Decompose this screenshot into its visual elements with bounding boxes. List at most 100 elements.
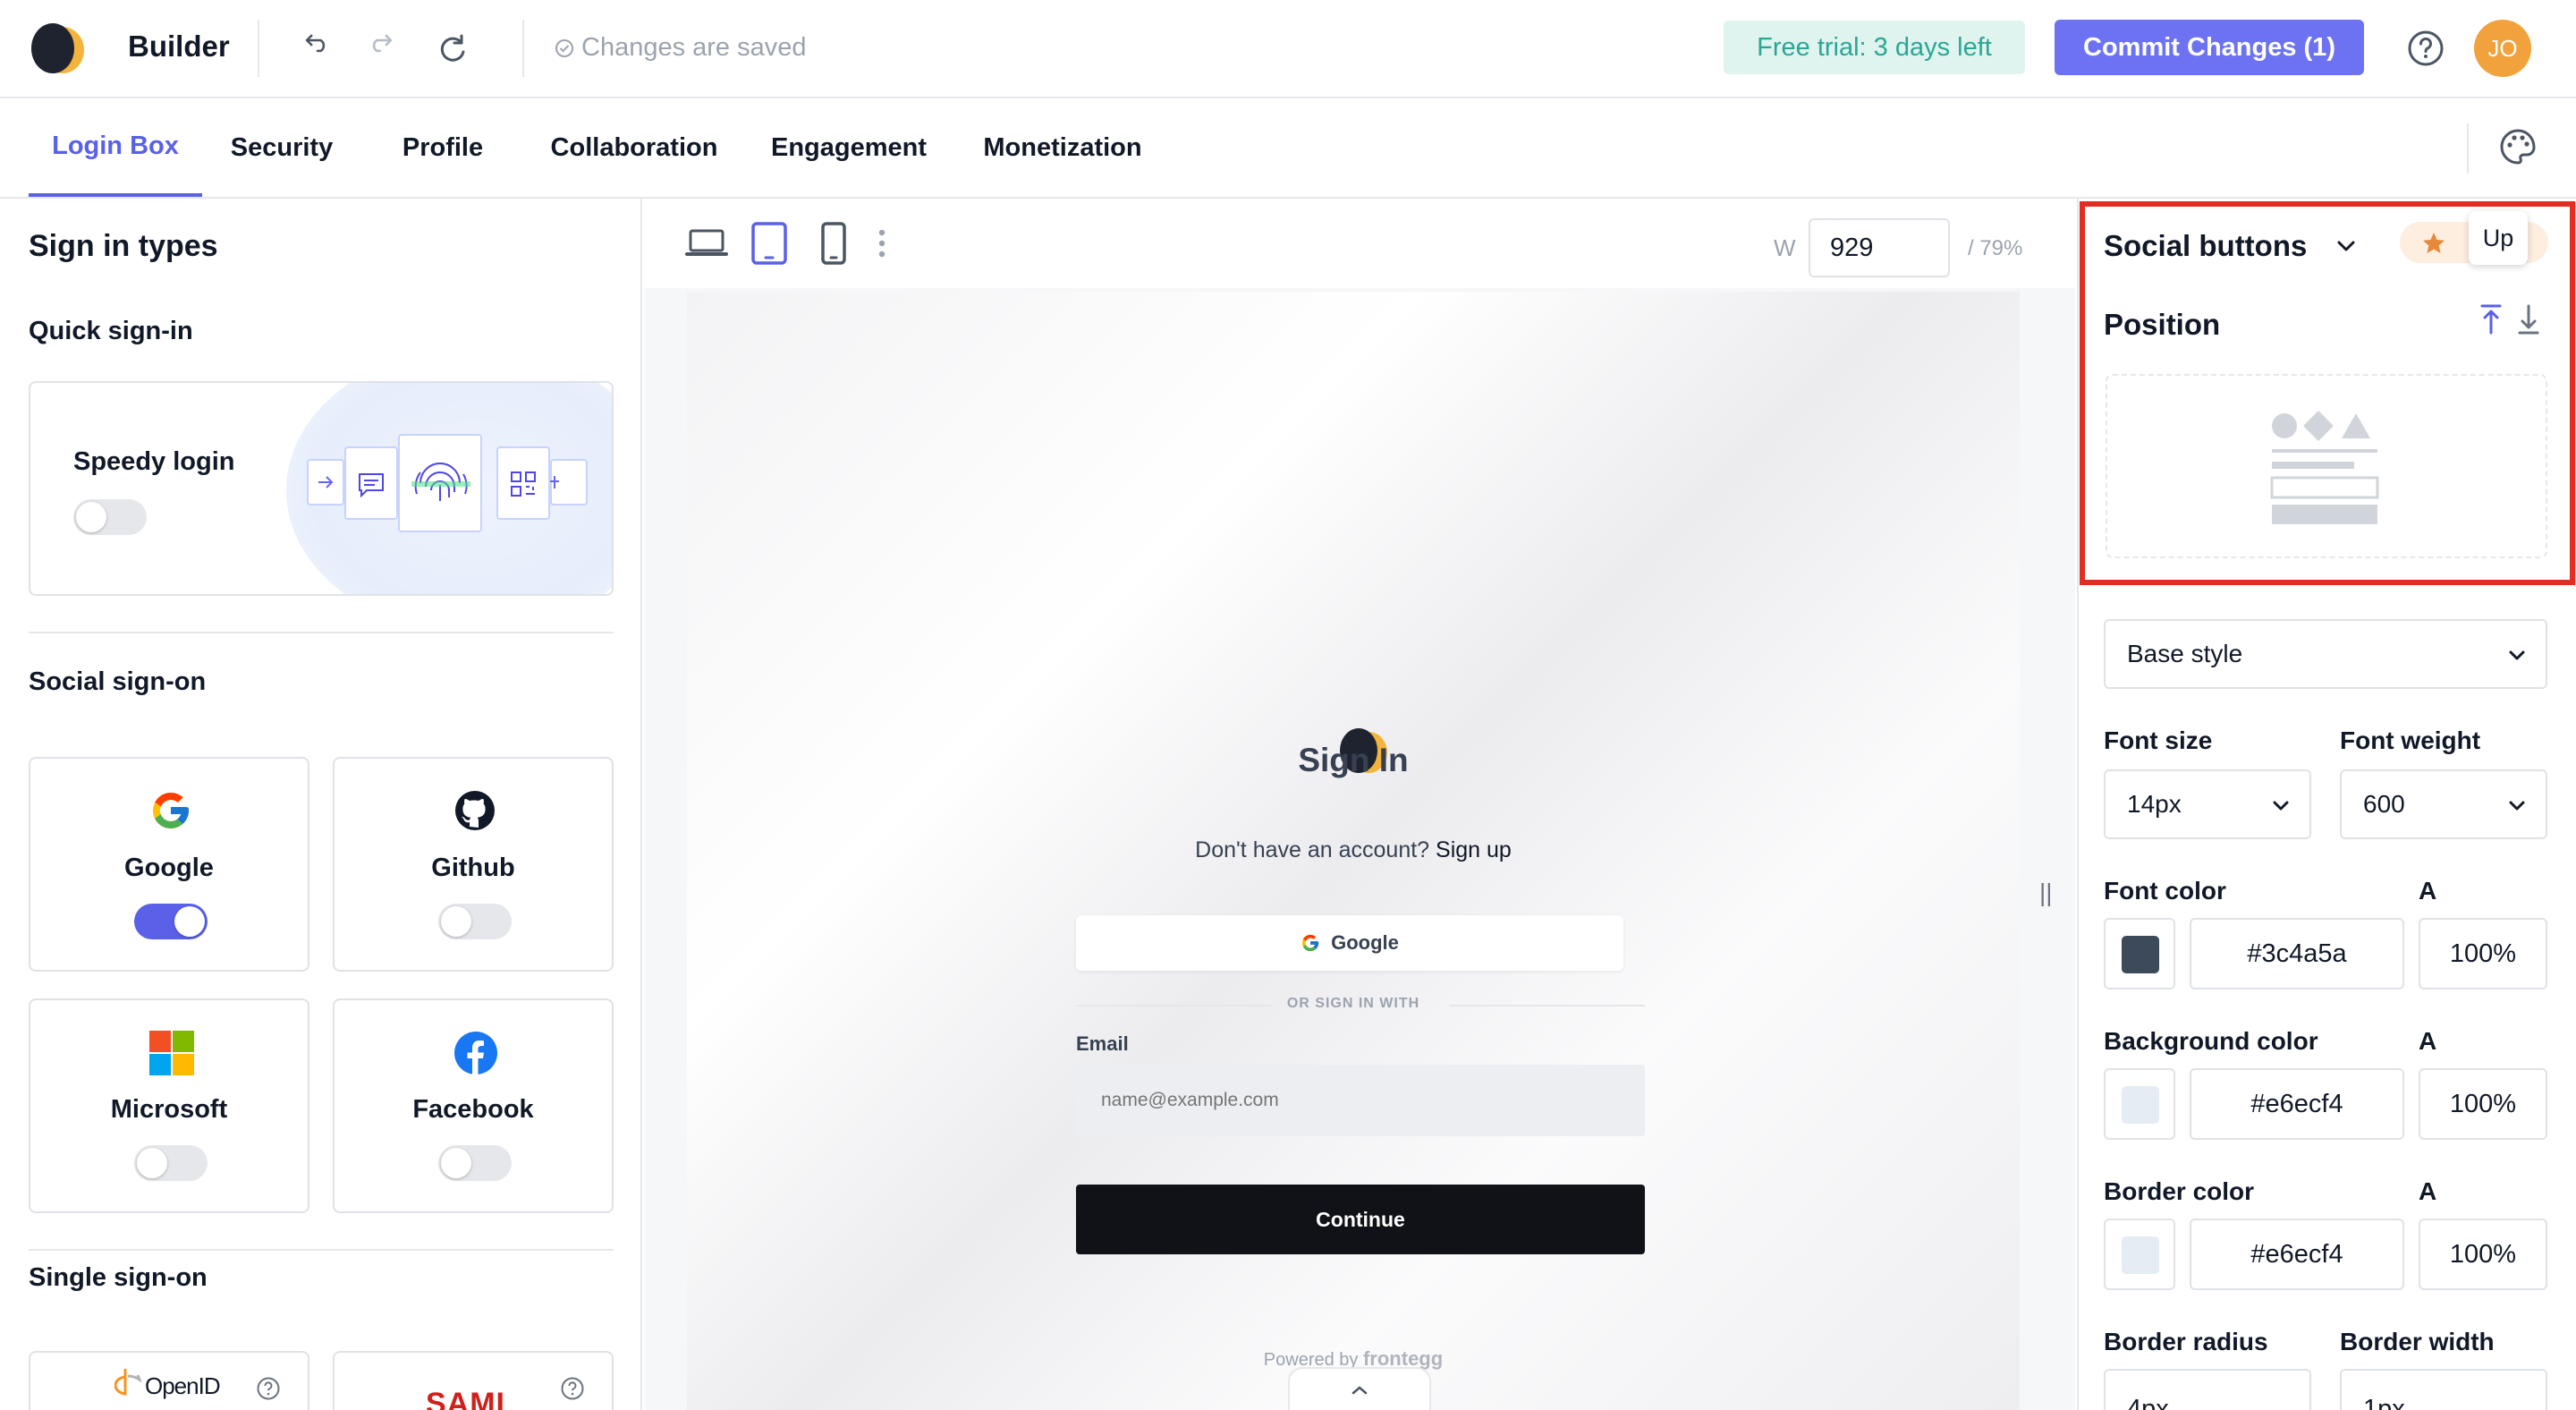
more-vertical-icon[interactable] [871,220,893,267]
color-chip [2122,936,2159,973]
background-color-label: Background color [2104,1027,2318,1055]
microsoft-toggle[interactable] [134,1145,208,1181]
highlight-frame [2080,201,2575,585]
signup-prompt: Don't have an account? Sign up [687,837,2020,863]
border-color-alpha-input[interactable]: 100% [2419,1219,2547,1290]
or-divider-text: OR SIGN IN WITH [1286,996,1420,1011]
chevron-down-icon [2273,801,2289,811]
alpha-label: A [2419,877,2437,905]
sso-card-saml[interactable]: SAML [333,1351,614,1410]
chevron-down-icon [2509,801,2525,811]
tab-profile[interactable]: Profile [376,98,510,197]
mobile-icon[interactable] [810,220,857,267]
quick-signin-heading: Quick sign-in [29,317,193,345]
check-circle-icon [555,38,573,57]
google-signin-button[interactable]: Google [1076,915,1623,971]
speedy-login-toggle[interactable] [73,499,147,535]
email-field[interactable] [1076,1065,1645,1136]
app-logo-icon[interactable] [27,20,88,77]
tablet-icon[interactable] [746,220,792,267]
continue-button[interactable]: Continue [1076,1185,1645,1254]
border-color-swatch[interactable] [2104,1219,2175,1290]
save-status: Changes are saved [555,33,807,63]
border-radius-label: Border radius [2104,1328,2268,1355]
github-toggle[interactable] [438,904,512,939]
login-preview: Sign In Don't have an account? Sign up G… [687,292,2020,1410]
provider-card-microsoft[interactable]: Microsoft [29,998,309,1213]
provider-card-facebook[interactable]: Facebook [333,998,614,1213]
background-color-alpha-input[interactable]: 100% [2419,1068,2547,1140]
provider-label: Microsoft [110,1095,228,1124]
divider [2467,123,2469,174]
redo-icon[interactable] [363,30,399,66]
openid-label: OpenID [145,1372,221,1399]
border-color-hex-input[interactable]: #e6ecf4 [2190,1219,2404,1290]
font-size-label: Font size [2104,726,2213,754]
email-label: Email [1076,1032,1129,1055]
google-icon [153,793,189,828]
save-status-text: Changes are saved [581,33,807,62]
color-chip [2122,1236,2159,1274]
style-variant-value: Base style [2127,640,2243,667]
tab-collaboration[interactable]: Collaboration [540,98,728,197]
speedy-login-label: Speedy login [73,447,235,476]
font-weight-value: 600 [2363,790,2405,818]
google-toggle[interactable] [134,904,208,939]
palette-icon[interactable] [2498,127,2538,166]
border-radius-value: 4px [2127,1395,2169,1410]
font-color-hex-input[interactable]: #3c4a5a [2190,918,2404,990]
expand-panel-button[interactable] [1288,1367,1431,1410]
undo-icon[interactable] [299,30,335,66]
speedy-login-card[interactable]: Speedy login [29,381,614,596]
facebook-toggle[interactable] [438,1145,512,1181]
signup-link[interactable]: Sign up [1436,837,1512,862]
divider [29,1249,614,1251]
font-color-alpha-input[interactable]: 100% [2419,918,2547,990]
refresh-icon[interactable] [435,30,470,66]
border-width-value: 1px [2363,1395,2405,1410]
chevron-up-icon [1352,1386,1368,1395]
commit-changes-button[interactable]: Commit Changes (1) [2055,20,2364,75]
saml-label: SAML [426,1387,516,1410]
tab-login-box[interactable]: Login Box [29,98,202,197]
border-radius-input[interactable]: 4px [2104,1369,2311,1410]
sso-card-openid[interactable]: OpenID [29,1351,309,1410]
alpha-label: A [2419,1027,2437,1055]
background-color-hex-input[interactable]: #e6ecf4 [2190,1068,2404,1140]
trial-badge[interactable]: Free trial: 3 days left [1724,21,2025,74]
tab-security[interactable]: Security [215,98,349,197]
provider-label: Facebook [412,1095,534,1124]
fingerprint-illustration-icon [307,434,588,532]
chevron-down-icon [2509,650,2525,660]
provider-card-google[interactable]: Google [29,757,309,972]
divider [522,20,524,77]
panel-title: Sign in types [29,229,218,263]
font-color-swatch[interactable] [2104,918,2175,990]
font-size-select[interactable]: 14px [2104,769,2311,839]
desktop-icon[interactable] [683,220,730,267]
background-color-swatch[interactable] [2104,1068,2175,1140]
provider-card-github[interactable]: Github [333,757,614,972]
google-icon [1301,934,1319,952]
help-icon[interactable] [2406,29,2445,68]
width-input[interactable] [1809,218,1950,277]
font-color-label: Font color [2104,877,2226,905]
width-label: W [1774,234,1796,261]
sign-in-types-panel: Sign in types Quick sign-in Speedy login [0,199,642,1410]
avatar[interactable]: JO [2474,20,2531,77]
openid-icon [114,1369,141,1396]
resize-handle-icon[interactable]: || [2039,879,2053,907]
font-weight-select[interactable]: 600 [2340,769,2547,839]
signup-prompt-text: Don't have an account? [1195,837,1430,862]
style-variant-select[interactable]: Base style [2104,619,2547,689]
border-width-input[interactable]: 1px [2340,1369,2547,1410]
single-signon-heading: Single sign-on [29,1263,208,1292]
tab-monetization[interactable]: Monetization [966,98,1159,197]
social-signon-heading: Social sign-on [29,667,207,696]
border-color-label: Border color [2104,1177,2255,1205]
border-width-label: Border width [2340,1328,2495,1355]
zoom-level: / 79% [1968,236,2023,260]
help-icon[interactable] [256,1376,281,1401]
help-icon[interactable] [560,1376,585,1401]
tab-engagement[interactable]: Engagement [764,98,934,197]
